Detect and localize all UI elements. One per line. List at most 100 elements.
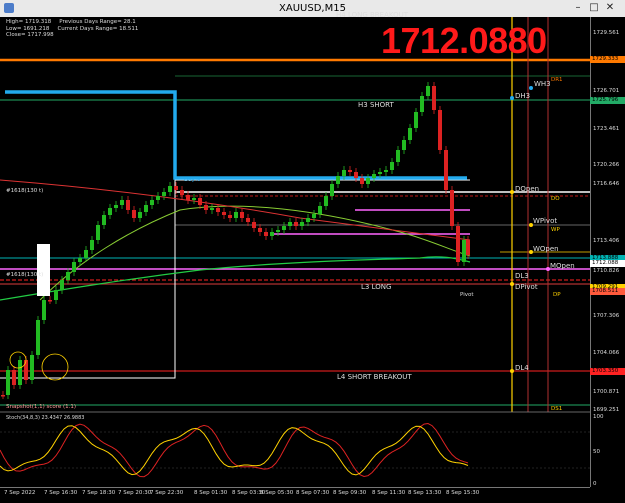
- osc-tick-label: 50: [593, 449, 600, 455]
- price-tick-label: 1707.306: [593, 313, 620, 319]
- candle-body: [258, 228, 262, 232]
- candle-body: [342, 170, 346, 176]
- candle-body: [30, 355, 34, 380]
- dl4-marker: [510, 369, 514, 373]
- osc-tick-label: 0: [593, 481, 597, 487]
- left-tag-1: #1618(130 t): [6, 188, 44, 194]
- price-tick-label: 1720.266: [593, 162, 620, 168]
- candle-body: [144, 205, 148, 212]
- dh3-label: DH3: [515, 92, 531, 100]
- candle-body: [288, 222, 292, 226]
- candle-body: [18, 360, 22, 385]
- time-tick-label: 8 Sep 05:30: [260, 490, 294, 496]
- price-tick-label: 1723.461: [593, 126, 620, 132]
- price-chart[interactable]: [0, 17, 590, 487]
- wp-label: WP: [551, 227, 560, 233]
- candle-body: [462, 240, 466, 262]
- ma-green-slow: [0, 256, 471, 301]
- price-level-tag: 1725.796: [590, 97, 625, 104]
- price-tick-label: 1699.251: [593, 407, 620, 413]
- time-tick-label: 8 Sep 01:30: [194, 490, 228, 496]
- mopen-label: MOpen: [550, 262, 575, 270]
- candle-body: [276, 230, 280, 232]
- candle-body: [12, 370, 16, 385]
- candle-body: [156, 196, 160, 200]
- time-tick-label: 7 Sep 16:30: [44, 490, 78, 496]
- candle-body: [414, 112, 418, 128]
- candle-body: [240, 212, 244, 218]
- left-tag-2: #1618(130 t): [6, 272, 44, 278]
- price-tick-label: 1700.871: [593, 389, 620, 395]
- candle-body: [354, 172, 358, 178]
- window-title: XAUUSD,M15: [279, 3, 346, 14]
- candle-body: [384, 170, 388, 172]
- candle-body: [264, 232, 268, 236]
- candle-body: [300, 222, 304, 226]
- wh3-marker: [529, 86, 533, 90]
- day-label: Day%: [184, 177, 201, 183]
- time-tick-label: 7 Sep 22:30: [150, 490, 184, 496]
- candle-body: [228, 215, 232, 218]
- osc-tick-label: 100: [593, 414, 604, 420]
- candle-body: [180, 190, 184, 195]
- candle-body: [54, 290, 58, 300]
- oscillator-label: Stoch(34,8,3) 23.4347 26.9883: [6, 415, 85, 421]
- l4-short-breakout-label: L4 SHORT BREAKOUT: [337, 373, 412, 381]
- candle-body: [408, 128, 412, 140]
- candle-body: [456, 226, 460, 262]
- candle-body: [270, 232, 274, 236]
- dh3-marker: [510, 96, 514, 100]
- candle-body: [234, 212, 238, 218]
- candle-body: [36, 320, 40, 355]
- candle-body: [432, 86, 436, 110]
- pivot-label: Pivot: [460, 292, 474, 298]
- candle-body: [204, 205, 208, 210]
- ds1-label: DS1: [551, 406, 563, 412]
- candle-body: [282, 226, 286, 230]
- candle-body: [216, 208, 220, 212]
- candle-body: [246, 218, 250, 222]
- candle-body: [192, 198, 196, 200]
- candle-body: [312, 214, 316, 218]
- candle-body: [210, 208, 214, 210]
- dl4-label: DL4: [515, 364, 529, 372]
- candle-body: [186, 195, 190, 200]
- candle-body: [360, 178, 364, 184]
- close-value: Close= 1717.998: [6, 32, 54, 38]
- candle-body: [348, 170, 352, 172]
- candle-body: [294, 222, 298, 226]
- price-tick-label: 1726.701: [593, 88, 620, 94]
- dopen-label: DOpen: [515, 185, 540, 193]
- candle-body: [78, 258, 82, 262]
- candle-body: [426, 86, 430, 96]
- dopen-marker: [510, 190, 514, 194]
- candle-body: [48, 300, 52, 302]
- snapshot-label: Snapshot(1,1) score (1.1): [6, 404, 77, 410]
- candle-body: [168, 186, 172, 192]
- close-button[interactable]: ✕: [604, 2, 616, 14]
- candle-body: [108, 208, 112, 215]
- candle-body: [114, 205, 118, 208]
- minimize-button[interactable]: –: [572, 2, 584, 14]
- candle-body: [138, 212, 142, 218]
- candle-body: [378, 172, 382, 174]
- candle-body: [366, 178, 370, 184]
- current-price-display: 1712.0880: [381, 20, 547, 61]
- wopen-label: WOpen: [533, 245, 559, 253]
- candle-body: [402, 140, 406, 150]
- candle-body: [318, 206, 322, 214]
- candle-body: [444, 150, 448, 190]
- candle-body: [330, 184, 334, 196]
- time-tick-label: 8 Sep 15:30: [446, 490, 480, 496]
- candle-body: [450, 190, 454, 226]
- candle-body: [420, 96, 424, 112]
- maximize-button[interactable]: □: [588, 2, 600, 14]
- candle-body: [24, 360, 28, 380]
- cur-range-value: Current Days Range= 18.511: [57, 25, 139, 32]
- candle-body: [324, 196, 328, 206]
- wh3-label: WH3: [534, 80, 551, 88]
- time-tick-label: 7 Sep 18:30: [82, 490, 116, 496]
- candle-body: [42, 300, 46, 320]
- candle-body: [306, 218, 310, 222]
- candle-body: [390, 162, 394, 170]
